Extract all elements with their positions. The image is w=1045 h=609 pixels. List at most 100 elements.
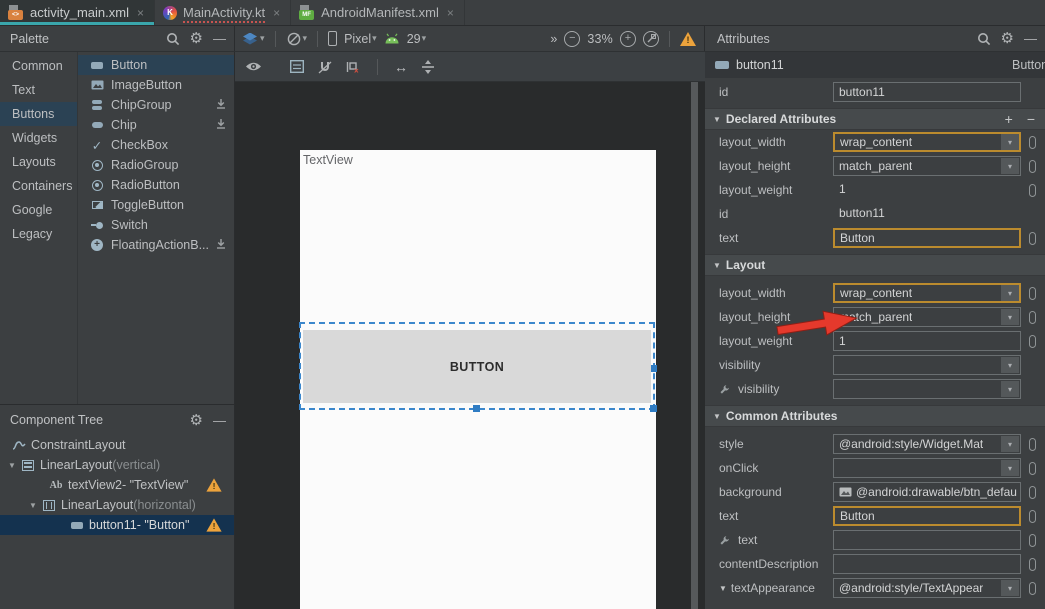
flag-toggle-icon[interactable]: [1029, 558, 1036, 571]
tree-item-linearlayout-vertical[interactable]: ▼ LinearLayout(vertical): [0, 455, 234, 475]
collapse-icon[interactable]: ▼: [713, 115, 721, 124]
hide-panel-icon[interactable]: —: [1024, 31, 1037, 46]
remove-attribute-button[interactable]: −: [1027, 111, 1035, 127]
visibility-combo[interactable]: ▾: [833, 355, 1021, 375]
section-common-attributes[interactable]: ▼ Common Attributes: [705, 405, 1045, 427]
infer-constraints-icon[interactable]: ↔: [394, 59, 408, 75]
expand-icon[interactable]: ▼: [8, 461, 21, 470]
expand-icon[interactable]: ▼: [719, 584, 727, 593]
flag-toggle-icon[interactable]: [1029, 462, 1036, 475]
view-options-eye-icon[interactable]: [245, 61, 262, 72]
text-appearance-combo[interactable]: @android:style/TextAppear▾: [833, 578, 1021, 598]
chevron-down-icon[interactable]: ▾: [1001, 580, 1019, 596]
section-declared-attributes[interactable]: ▼ Declared Attributes + −: [705, 108, 1045, 130]
flag-toggle-icon[interactable]: [1029, 438, 1036, 451]
tab-mainactivity-kt[interactable]: K MainActivity.kt ×: [155, 0, 291, 25]
device-screen[interactable]: TextView BUTTON: [300, 150, 656, 609]
search-icon[interactable]: [166, 32, 180, 46]
category-text[interactable]: Text: [0, 78, 77, 102]
palette-item-button[interactable]: Button: [78, 55, 234, 75]
palette-item-floatingactionbutton[interactable]: + FloatingActionB...: [78, 235, 234, 255]
palette-item-togglebutton[interactable]: ToggleButton: [78, 195, 234, 215]
close-icon[interactable]: ×: [137, 6, 144, 20]
autoconnect-off-magnet-icon[interactable]: [317, 60, 333, 74]
chevron-down-icon[interactable]: ▾: [1001, 357, 1019, 373]
category-widgets[interactable]: Widgets: [0, 126, 77, 150]
flag-toggle-icon[interactable]: [1029, 486, 1036, 499]
close-icon[interactable]: ×: [447, 6, 454, 20]
flag-toggle-icon[interactable]: [1029, 184, 1036, 197]
blueprint-mode-icon[interactable]: [290, 60, 304, 73]
flag-toggle-icon[interactable]: [1029, 311, 1036, 324]
warnings-icon[interactable]: !: [680, 32, 696, 46]
zoom-out-button[interactable]: −: [564, 31, 580, 47]
flag-toggle-icon[interactable]: [1029, 160, 1036, 173]
id-input[interactable]: button11: [833, 82, 1021, 102]
palette-item-checkbox[interactable]: ✓ CheckBox: [78, 135, 234, 155]
zoom-in-button[interactable]: +: [620, 31, 636, 47]
layout-width-combo[interactable]: wrap_content▾: [833, 283, 1021, 303]
chevron-down-icon[interactable]: ▾: [1001, 436, 1019, 452]
flag-toggle-icon[interactable]: [1029, 335, 1036, 348]
style-combo[interactable]: @android:style/Widget.Mat▾: [833, 434, 1021, 454]
flag-toggle-icon[interactable]: [1029, 582, 1036, 595]
palette-item-switch[interactable]: Switch: [78, 215, 234, 235]
category-buttons[interactable]: Buttons: [0, 102, 77, 126]
device-selector[interactable]: Pixel▾: [344, 32, 377, 46]
chevron-down-icon[interactable]: ▾: [1001, 158, 1019, 174]
palette-item-imagebutton[interactable]: ImageButton: [78, 75, 234, 95]
orientation-icon[interactable]: ▾: [286, 31, 308, 47]
tree-item-textview2[interactable]: Ab textView2- "TextView" !: [0, 475, 234, 495]
design-surface-icon[interactable]: ▾: [243, 32, 265, 46]
category-containers[interactable]: Containers: [0, 174, 77, 198]
collapse-icon[interactable]: ▼: [713, 261, 721, 270]
gear-icon[interactable]: ⚙: [190, 31, 203, 46]
clear-constraints-icon[interactable]: ×: [346, 60, 361, 74]
layout-height-combo[interactable]: match_parent▾: [833, 156, 1021, 176]
resize-handle-right[interactable]: [650, 365, 657, 372]
chevron-down-icon[interactable]: ▾: [1001, 460, 1019, 476]
tab-activity-main-xml[interactable]: <> activity_main.xml ×: [0, 0, 155, 25]
gear-icon[interactable]: ⚙: [1001, 31, 1014, 46]
flag-toggle-icon[interactable]: [1029, 534, 1036, 547]
category-common[interactable]: Common: [0, 54, 77, 78]
background-input[interactable]: @android:drawable/btn_defau: [833, 482, 1021, 502]
category-layouts[interactable]: Layouts: [0, 150, 77, 174]
flag-toggle-icon[interactable]: [1029, 232, 1036, 245]
chevron-down-icon[interactable]: ▾: [1001, 134, 1019, 150]
default-margins-icon[interactable]: [421, 60, 435, 74]
content-description-input[interactable]: [833, 554, 1021, 574]
tree-item-linearlayout-horizontal[interactable]: ▼ LinearLayout(horizontal): [0, 495, 234, 515]
chevron-down-icon[interactable]: ▾: [1001, 381, 1019, 397]
overflow-chevrons-icon[interactable]: »: [550, 32, 557, 46]
section-layout[interactable]: ▼ Layout: [705, 254, 1045, 276]
canvas-area[interactable]: TextView BUTTON: [235, 82, 705, 609]
collapse-icon[interactable]: ▼: [713, 412, 721, 421]
tree-item-button11[interactable]: button11- "Button" !: [0, 515, 234, 535]
onclick-combo[interactable]: ▾: [833, 458, 1021, 478]
canvas-button[interactable]: BUTTON: [303, 330, 651, 403]
palette-item-radiogroup[interactable]: RadioGroup: [78, 155, 234, 175]
canvas-scrollbar[interactable]: [691, 82, 698, 609]
zoom-to-fit-button[interactable]: [643, 31, 659, 47]
flag-toggle-icon[interactable]: [1029, 136, 1036, 149]
resize-handle-bottom[interactable]: [473, 405, 480, 412]
hide-panel-icon[interactable]: —: [213, 31, 226, 46]
tab-androidmanifest-xml[interactable]: MF AndroidManifest.xml ×: [291, 0, 465, 25]
category-google[interactable]: Google: [0, 198, 77, 222]
hide-panel-icon[interactable]: —: [213, 413, 226, 428]
chevron-down-icon[interactable]: ▾: [1001, 285, 1019, 301]
palette-item-radiobutton[interactable]: RadioButton: [78, 175, 234, 195]
resize-handle-corner[interactable]: [650, 405, 657, 412]
id-value[interactable]: button11: [833, 206, 885, 220]
palette-item-chip[interactable]: Chip: [78, 115, 234, 135]
layout-weight-value[interactable]: 1: [833, 182, 846, 196]
canvas-textview[interactable]: TextView: [303, 153, 353, 167]
tools-visibility-combo[interactable]: ▾: [833, 379, 1021, 399]
search-icon[interactable]: [977, 32, 991, 46]
api-level-selector[interactable]: 29▾: [407, 32, 426, 46]
palette-item-chipgroup[interactable]: ChipGroup: [78, 95, 234, 115]
text-input[interactable]: Button: [833, 506, 1021, 526]
gear-icon[interactable]: ⚙: [190, 413, 203, 428]
chevron-down-icon[interactable]: ▾: [1001, 309, 1019, 325]
